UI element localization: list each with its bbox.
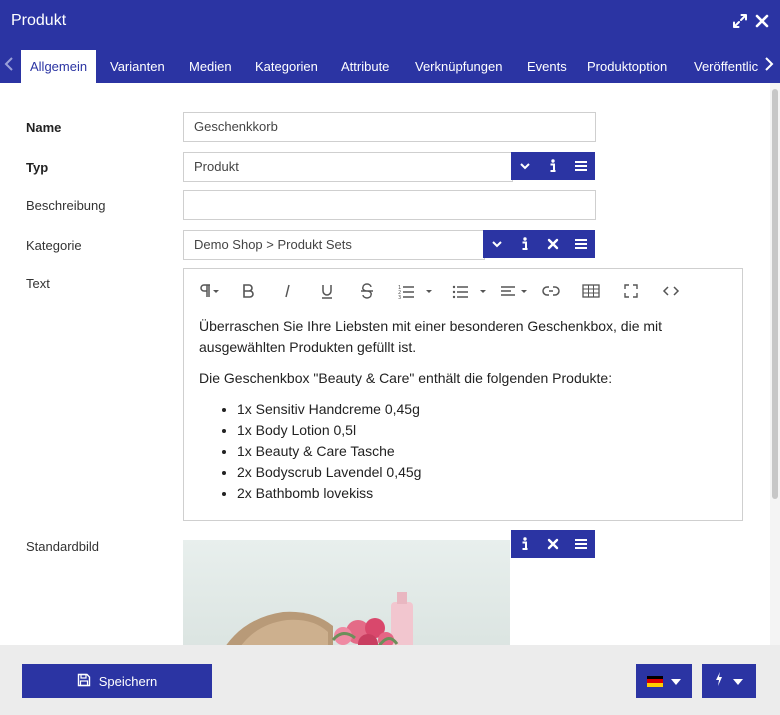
unordered-list-icon[interactable]	[452, 281, 488, 301]
tab-veroeffentlichung[interactable]: Veröffentlic	[694, 50, 758, 83]
x-icon[interactable]	[539, 530, 567, 558]
table-icon[interactable]	[582, 281, 600, 301]
fullscreen-icon[interactable]	[624, 281, 638, 301]
link-icon[interactable]	[542, 281, 560, 301]
name-label: Name	[26, 120, 62, 135]
list-item: 2x Bodyscrub Lavendel 0,45g	[237, 462, 739, 483]
image-button-group	[511, 530, 595, 558]
paragraph-format-icon[interactable]	[198, 281, 220, 301]
category-label: Kategorie	[26, 238, 82, 253]
scrollbar-thumb[interactable]	[772, 89, 778, 499]
tab-verknuepfungen[interactable]: Verknüpfungen	[415, 50, 502, 83]
list-item: 2x Bathbomb lovekiss	[237, 483, 739, 504]
text-label: Text	[26, 276, 50, 291]
info-icon[interactable]	[539, 152, 567, 180]
menu-icon[interactable]	[567, 152, 595, 180]
type-button-group	[511, 152, 595, 180]
align-icon[interactable]	[500, 281, 530, 301]
actions-dropdown[interactable]	[702, 664, 756, 698]
x-icon[interactable]	[539, 230, 567, 258]
underline-icon[interactable]	[320, 281, 334, 301]
chevron-right-icon[interactable]	[760, 44, 778, 83]
type-select[interactable]: Produkt	[183, 152, 513, 182]
tab-varianten[interactable]: Varianten	[110, 50, 165, 83]
list-item: 1x Body Lotion 0,5l	[237, 420, 739, 441]
flag-de-icon	[647, 675, 663, 687]
tab-bar: Allgemein Varianten Medien Kategorien At…	[0, 44, 780, 83]
menu-icon[interactable]	[567, 530, 595, 558]
type-label: Typ	[26, 160, 49, 175]
info-icon[interactable]	[511, 230, 539, 258]
close-icon[interactable]	[753, 12, 771, 30]
product-dialog: Produkt Allgemein Varianten Medien Kateg…	[0, 0, 780, 715]
product-image[interactable]	[183, 540, 510, 645]
expand-icon[interactable]	[731, 12, 749, 30]
menu-icon[interactable]	[567, 230, 595, 258]
tab-medien[interactable]: Medien	[189, 50, 232, 83]
svg-text:3: 3	[398, 295, 401, 299]
form-content: Name Geschenkkorb Typ Produkt Beschreibu…	[0, 83, 770, 645]
chevron-down-icon[interactable]	[483, 230, 511, 258]
description-label: Beschreibung	[26, 198, 106, 213]
bold-icon[interactable]	[241, 281, 255, 301]
save-button[interactable]: Speichern	[22, 664, 212, 698]
name-input[interactable]: Geschenkkorb	[183, 112, 596, 142]
ordered-list-icon[interactable]: 123	[398, 281, 434, 301]
save-icon	[77, 673, 91, 690]
code-view-icon[interactable]	[662, 281, 680, 301]
image-label: Standardbild	[26, 539, 99, 554]
tab-allgemein[interactable]: Allgemein	[21, 50, 97, 83]
bolt-icon	[715, 671, 723, 691]
editor-toolbar: 123	[184, 269, 742, 311]
category-select[interactable]: Demo Shop > Produkt Sets	[183, 230, 485, 260]
editor-content[interactable]: Überraschen Sie Ihre Liebsten mit einer …	[199, 316, 739, 504]
language-dropdown[interactable]	[636, 664, 692, 698]
rich-text-editor: 123 Überraschen Sie Ihre Liebsten mit ei…	[183, 268, 743, 521]
product-list: 1x Sensitiv Handcreme 0,45g 1x Body Loti…	[199, 399, 739, 504]
chevron-left-icon[interactable]	[0, 44, 18, 83]
strikethrough-icon[interactable]	[360, 281, 374, 301]
footer-bar: Speichern	[0, 645, 780, 715]
vertical-scrollbar[interactable]	[770, 83, 780, 645]
tab-attribute[interactable]: Attribute	[341, 50, 389, 83]
list-item: 1x Beauty & Care Tasche	[237, 441, 739, 462]
title-bar: Produkt	[0, 0, 780, 44]
tab-events[interactable]: Events	[527, 50, 567, 83]
italic-icon[interactable]	[282, 281, 292, 301]
chevron-down-icon[interactable]	[511, 152, 539, 180]
category-button-group	[483, 230, 595, 258]
editor-paragraph: Die Geschenkbox "Beauty & Care" enthält …	[199, 370, 613, 386]
window-title: Produkt	[11, 12, 67, 29]
description-input[interactable]	[183, 190, 596, 220]
save-label: Speichern	[98, 673, 158, 689]
chevron-down-icon	[733, 672, 743, 690]
tab-produktoption[interactable]: Produktoption	[587, 50, 667, 83]
info-icon[interactable]	[511, 530, 539, 558]
chevron-down-icon	[671, 672, 681, 690]
editor-paragraph: Überraschen Sie Ihre Liebsten mit einer …	[199, 318, 663, 355]
list-item: 1x Sensitiv Handcreme 0,45g	[237, 399, 739, 420]
tab-kategorien[interactable]: Kategorien	[255, 50, 318, 83]
